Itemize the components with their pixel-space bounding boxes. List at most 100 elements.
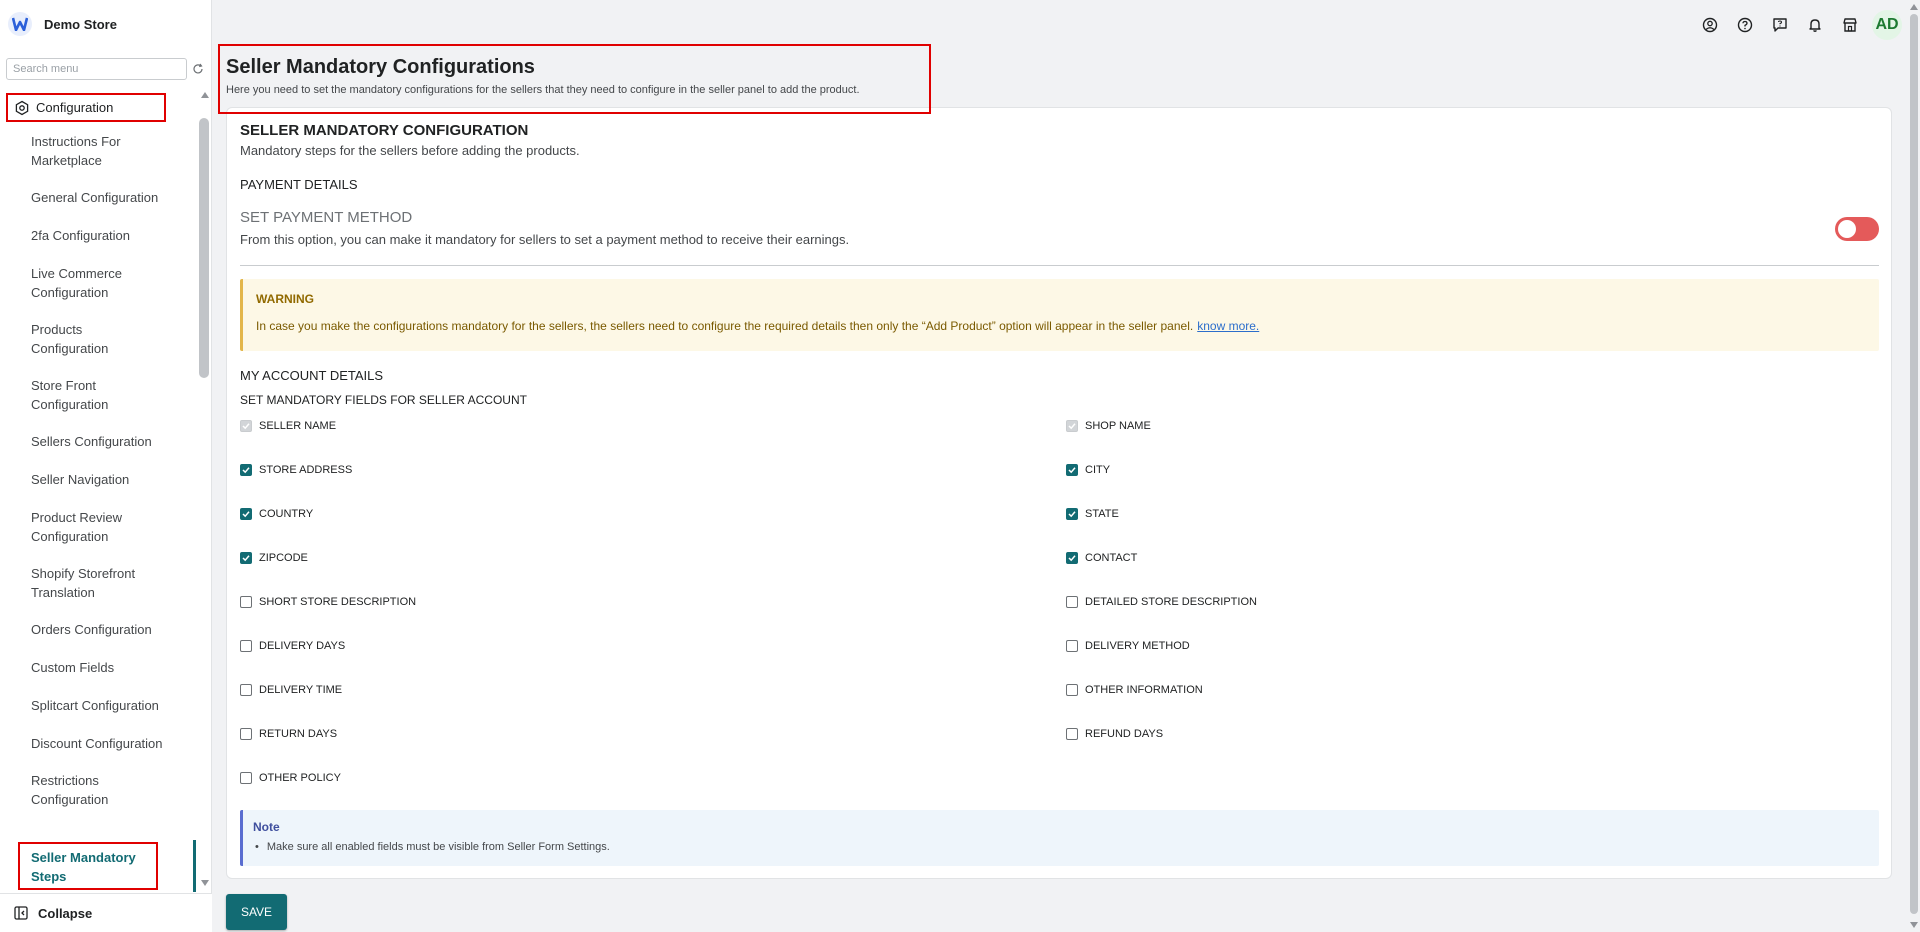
checkbox[interactable] [240,728,252,740]
checkbox [1066,420,1078,432]
field-checkbox-row[interactable]: ZIPCODE [240,552,308,564]
field-checkbox-row[interactable]: CITY [1066,464,1110,476]
collapse-button[interactable]: Collapse [0,893,212,932]
checkbox [240,420,252,432]
sidebar-item[interactable]: Seller Navigation [31,470,171,489]
field-label: ZIPCODE [259,552,308,564]
user-avatar[interactable]: AD [1872,10,1902,40]
sidebar-item[interactable]: Restrictions Configuration [31,771,171,809]
checkbox[interactable] [240,640,252,652]
field-label: STORE ADDRESS [259,464,353,476]
page-description: Here you need to set the mandatory confi… [226,84,860,96]
sidebar-item[interactable]: General Configuration [31,188,171,207]
field-checkbox-row[interactable]: STORE ADDRESS [240,464,352,476]
brand[interactable]: Demo Store [8,10,117,38]
sidebar-scrollbar[interactable] [199,92,209,892]
field-checkbox-row[interactable]: COUNTRY [240,508,313,520]
sidebar-item[interactable]: 2fa Configuration [31,226,171,245]
checkbox[interactable] [240,596,252,608]
sidebar-item[interactable]: Instructions For Marketplace [31,132,171,170]
field-label: CONTACT [1085,552,1138,564]
note-box: Note Make sure all enabled fields must b… [240,810,1879,866]
checkbox[interactable] [240,552,252,564]
checkbox[interactable] [1066,508,1078,520]
sidebar-item[interactable]: Sellers Configuration [31,432,171,451]
collapse-label: Collapse [38,905,93,921]
field-label: RETURN DAYS [259,728,338,740]
configuration-label: Configuration [36,100,114,115]
page-title: Seller Mandatory Configurations [226,56,535,78]
active-indicator [193,840,196,892]
field-checkbox-row[interactable]: DELIVERY TIME [240,684,342,696]
checkbox[interactable] [240,772,252,784]
know-more-link[interactable]: know more. [1197,319,1259,333]
checkbox[interactable] [1066,596,1078,608]
configuration-section-header[interactable]: Configuration [6,93,166,122]
warning-title: WARNING [256,292,314,306]
bell-icon[interactable] [1803,13,1827,37]
field-checkbox-row[interactable]: STATE [1066,508,1119,520]
field-label: DETAILED STORE DESCRIPTION [1085,596,1257,608]
checkbox[interactable] [1066,552,1078,564]
checkbox[interactable] [1066,464,1078,476]
payment-method-toggle[interactable] [1835,217,1879,241]
field-checkbox-row[interactable]: REFUND DAYS [1066,728,1163,740]
note-body: Make sure all enabled fields must be vis… [255,841,610,853]
field-checkbox-row[interactable]: CONTACT [1066,552,1137,564]
sidebar-item[interactable]: Store Front Configuration [31,376,171,414]
sidebar-item[interactable]: Orders Configuration [31,620,171,639]
page-scrollbar[interactable] [1908,0,1920,932]
checkbox[interactable] [240,684,252,696]
store-icon[interactable] [1838,13,1862,37]
field-checkbox-row[interactable]: SHORT STORE DESCRIPTION [240,596,416,608]
sidebar-item[interactable]: Discount Configuration [31,734,171,753]
field-checkbox-row: SHOP NAME [1066,420,1151,432]
section-title: SELLER MANDATORY CONFIGURATION [240,122,529,139]
search-menu-input[interactable] [6,58,187,80]
sidebar-item[interactable]: Live Commerce Configuration [31,264,171,302]
checkbox[interactable] [1066,640,1078,652]
feedback-icon[interactable] [1768,13,1792,37]
settings-gear-icon [14,100,30,116]
sidebar-item[interactable]: Product Review Configuration [31,508,171,546]
help-icon[interactable] [1733,13,1757,37]
page-scroll-up-icon[interactable] [1910,4,1918,10]
field-checkbox-row[interactable]: OTHER INFORMATION [1066,684,1203,696]
checkbox[interactable] [1066,728,1078,740]
field-label: OTHER INFORMATION [1085,684,1203,696]
page-header: Seller Mandatory Configurations Here you… [218,44,931,114]
account-circle-icon[interactable] [1698,13,1722,37]
note-title: Note [253,820,280,834]
scroll-down-arrow-icon[interactable] [201,880,209,886]
sidebar-nav: Instructions For Marketplace General Conf… [0,126,200,891]
checkbox[interactable] [1066,684,1078,696]
save-button[interactable]: SAVE [226,894,287,930]
field-checkbox-row[interactable]: DELIVERY METHOD [1066,640,1190,652]
scroll-up-arrow-icon[interactable] [201,92,209,98]
store-name: Demo Store [44,16,117,32]
field-checkbox-row[interactable]: RETURN DAYS [240,728,337,740]
top-bar: AD [1687,10,1902,40]
page-scroll-thumb[interactable] [1910,14,1918,914]
payment-method-title: SET PAYMENT METHOD [240,209,413,226]
field-checkbox-row: SELLER NAME [240,420,336,432]
sidebar-item[interactable]: Shopify Storefront Translation [31,564,171,602]
field-checkbox-row[interactable]: DETAILED STORE DESCRIPTION [1066,596,1257,608]
checkbox[interactable] [240,508,252,520]
scroll-thumb[interactable] [199,118,209,378]
field-label: DELIVERY METHOD [1085,640,1190,652]
page-scroll-down-icon[interactable] [1910,922,1918,928]
sidebar-item[interactable]: Products Configuration [31,320,171,358]
collapse-sidebar-icon [14,906,28,920]
field-checkbox-row[interactable]: OTHER POLICY [240,772,341,784]
field-checkbox-row[interactable]: DELIVERY DAYS [240,640,345,652]
checkbox[interactable] [240,464,252,476]
refresh-icon[interactable] [192,63,204,75]
sidebar-item[interactable]: Splitcart Configuration [31,696,171,715]
sidebar-item-seller-mandatory-steps[interactable]: Seller Mandatory Steps [18,842,158,890]
field-label: SELLER NAME [259,420,337,432]
account-details-heading: MY ACCOUNT DETAILS [240,368,384,383]
field-label: STATE [1085,508,1119,520]
payment-method-description: From this option, you can make it mandat… [240,232,850,247]
sidebar-item[interactable]: Custom Fields [31,658,171,677]
